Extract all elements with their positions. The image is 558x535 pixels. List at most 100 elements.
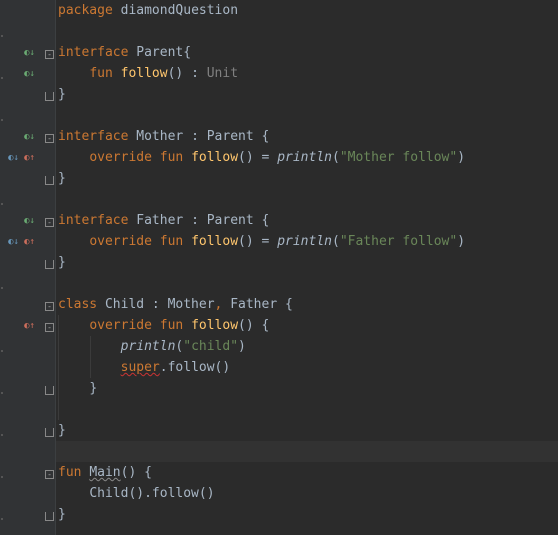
code-line-3[interactable]: interface Parent{ [56,42,558,63]
class-decl: Child : Mother [97,297,215,312]
code-line-5[interactable]: } [56,84,558,105]
call-println: println [277,234,332,249]
overrides-icon[interactable]: ◐↑ [24,237,35,247]
code-line-22-current[interactable] [56,441,558,462]
keyword-fun: fun [89,66,113,81]
paren-open: ( [331,150,340,165]
statement: Child().follow() [89,486,215,501]
super-call: .follow() [159,360,231,375]
closing-brace: } [58,87,66,102]
function-name: follow [120,66,168,81]
interface-decl: Parent{ [128,45,192,60]
gutter-dot [1,476,3,478]
function-name: follow [191,150,239,165]
fold-end-icon[interactable] [45,260,54,269]
paren-close: ) [457,150,466,165]
implemented-by-icon[interactable]: ◐↓ [24,48,35,58]
keyword-fun: fun [58,465,82,480]
code-line-23[interactable]: fun Main() { [56,462,558,483]
overrides-icon[interactable]: ◐↑ [24,153,35,163]
call-println: println [120,339,176,354]
fold-icon[interactable]: - [45,218,54,227]
keyword-interface: interface [58,45,129,60]
implemented-by-icon[interactable]: ◐↓ [24,216,35,226]
params: () = [238,150,278,165]
code-line-16[interactable]: override fun follow() { [56,315,558,336]
closing-brace: } [58,171,66,186]
params: () : [167,66,207,81]
code-line-11[interactable]: interface Father : Parent { [56,210,558,231]
paren-open: ( [331,234,340,249]
implemented-by-icon[interactable]: ◐↓ [24,132,35,142]
gutter-dot [1,77,3,79]
params: () { [238,318,270,333]
code-line-17[interactable]: println("child") [56,336,558,357]
keyword-package: package [58,3,113,18]
code-line-13[interactable]: } [56,252,558,273]
keyword-fun: fun [159,150,184,165]
keyword-interface: interface [58,129,129,144]
fold-icon[interactable]: - [45,50,54,59]
keyword-fun: fun [159,318,184,333]
code-area[interactable]: package diamondQuestion interface Parent… [56,0,558,535]
code-line-12[interactable]: override fun follow() = println("Father … [56,231,558,252]
keyword-class: class [58,297,98,312]
package-name: diamondQuestion [112,3,239,18]
gutter-dot [1,518,3,520]
function-name: follow [191,234,239,249]
implemented-by-icon[interactable]: ◐↓ [24,69,35,79]
params: () = [238,234,278,249]
code-line-24[interactable]: Child().follow() [56,483,558,504]
code-line-4[interactable]: fun follow() : Unit [56,63,558,84]
interface-decl: Father : Parent { [128,213,270,228]
return-type: Unit [206,66,239,81]
code-line-9[interactable]: } [56,168,558,189]
keyword-super: super [120,360,160,375]
string-literal: "Mother follow" [339,150,458,165]
gutter-dot [1,350,3,352]
implemented-by-icon[interactable]: ◐↓ [8,237,19,247]
code-line-18[interactable]: super.follow() [56,357,558,378]
code-line-7[interactable]: interface Mother : Parent { [56,126,558,147]
code-line-1[interactable]: package diamondQuestion [56,0,558,21]
fold-end-icon[interactable] [45,176,54,185]
gutter-dot [1,35,3,37]
keyword-override: override [89,150,152,165]
string-literal: "child" [183,339,239,354]
gutter-dot [1,119,3,121]
params: () { [120,465,152,480]
interface-decl: Mother : Parent { [128,129,270,144]
string-literal: "Father follow" [339,234,458,249]
fold-icon[interactable]: - [45,323,54,332]
code-line-21[interactable]: } [56,420,558,441]
function-name-main: Main [89,465,121,480]
keyword-override: override [89,318,152,333]
class-decl-rest: Father { [222,297,293,312]
gutter-dot [1,287,3,289]
gutter-dot [1,434,3,436]
fold-end-icon[interactable] [45,428,54,437]
closing-brace: } [58,255,66,270]
fold-icon[interactable]: - [45,134,54,143]
keyword-override: override [89,234,152,249]
code-editor[interactable]: ◐↓ ◐↓ ◐↓ ◐↓ ◐↑ ◐↓ ◐↓ ◐↑ ◐↑ - - - - - - p… [0,0,558,535]
editor-gutter[interactable]: ◐↓ ◐↓ ◐↓ ◐↓ ◐↑ ◐↓ ◐↓ ◐↑ ◐↑ - - - - - - [0,0,56,535]
implemented-by-icon[interactable]: ◐↓ [8,153,19,163]
paren-close: ) [238,339,246,354]
keyword-fun: fun [159,234,184,249]
call-println: println [277,150,332,165]
code-line-15[interactable]: class Child : Mother, Father { [56,294,558,315]
gutter-dot [1,203,3,205]
paren-close: ) [457,234,466,249]
fold-end-icon[interactable] [45,92,54,101]
fold-end-icon[interactable] [45,386,54,395]
function-name: follow [191,318,239,333]
code-line-19[interactable]: } [56,378,558,399]
fold-icon[interactable]: - [45,302,54,311]
fold-icon[interactable]: - [45,470,54,479]
code-line-25[interactable]: } [56,504,558,525]
code-line-8[interactable]: override fun follow() = println("Mother … [56,147,558,168]
closing-brace: } [58,423,66,438]
overrides-icon[interactable]: ◐↑ [24,321,35,331]
fold-end-icon[interactable] [45,512,54,521]
